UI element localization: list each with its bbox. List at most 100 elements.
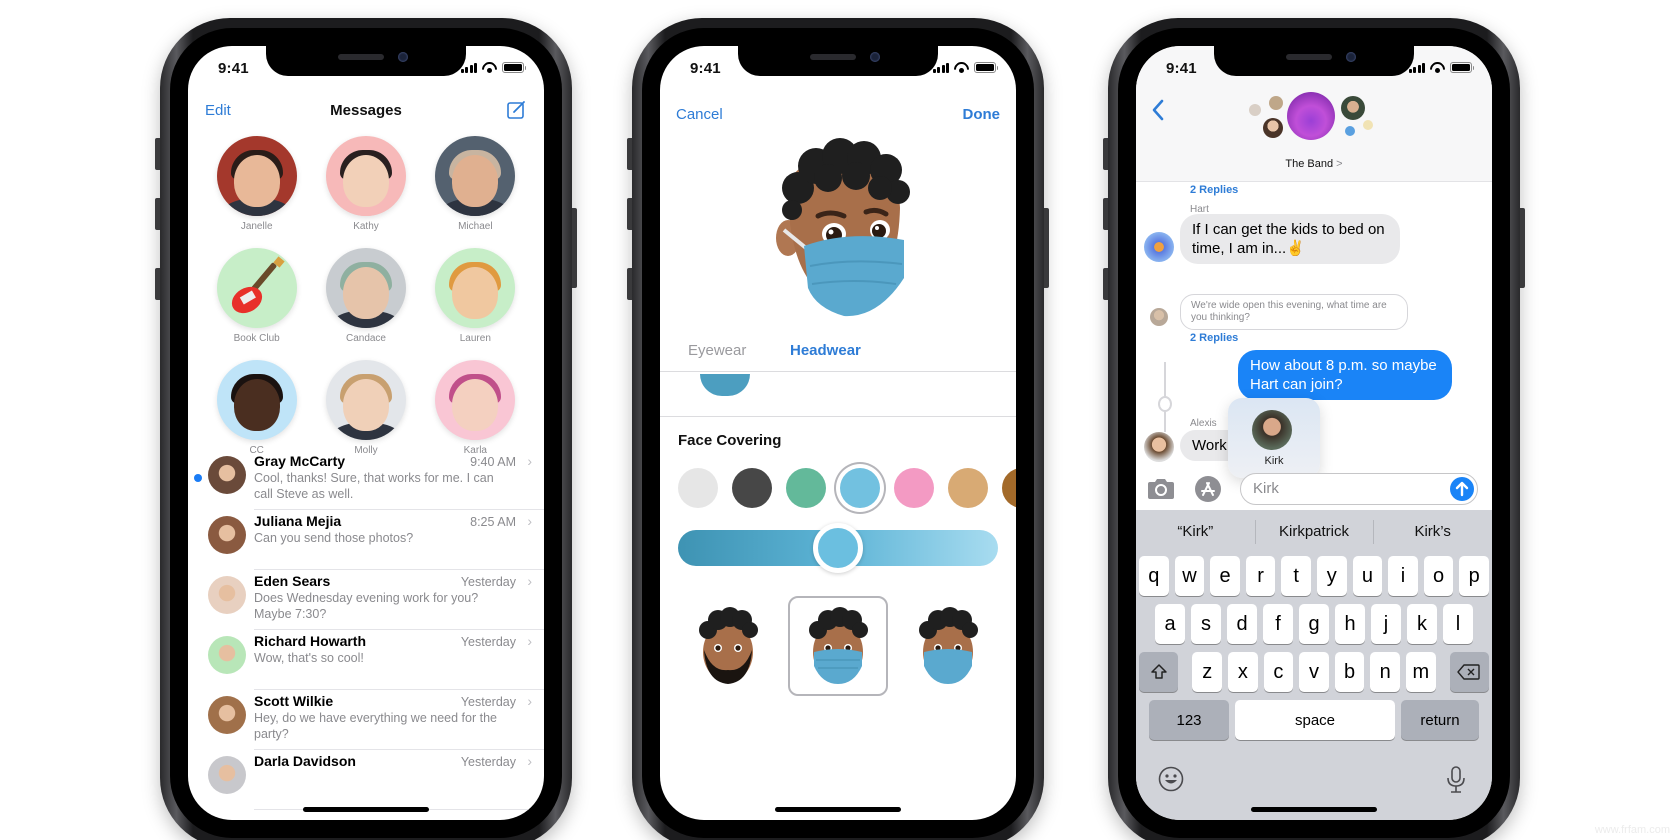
- pinned-contact[interactable]: Karla: [421, 360, 530, 456]
- send-button[interactable]: [1450, 477, 1474, 501]
- key-h[interactable]: h: [1335, 604, 1365, 644]
- done-button[interactable]: Done: [963, 106, 1001, 123]
- conversation-row[interactable]: Gray McCarty 9:40 AM › Cool, thanks! Sure, …: [188, 450, 544, 510]
- conversation-row[interactable]: Darla Davidson Yesterday ›: [188, 750, 544, 810]
- slider-thumb[interactable]: [813, 523, 863, 573]
- key-g[interactable]: g: [1299, 604, 1329, 644]
- key-u[interactable]: u: [1352, 556, 1383, 596]
- pinned-contact[interactable]: Candace: [311, 248, 420, 344]
- pinned-contact[interactable]: Book Club: [202, 248, 311, 344]
- home-indicator[interactable]: [303, 807, 429, 812]
- key-f[interactable]: f: [1263, 604, 1293, 644]
- key-o[interactable]: o: [1423, 556, 1454, 596]
- key-y[interactable]: y: [1317, 556, 1347, 596]
- avatar: [325, 136, 406, 216]
- key-a[interactable]: a: [1155, 604, 1185, 644]
- replies-link[interactable]: 2 Replies: [1190, 332, 1238, 344]
- numbers-key[interactable]: 123: [1149, 700, 1229, 740]
- pinned-contact-name: Book Club: [233, 333, 280, 344]
- conversation-row[interactable]: Richard Howarth Yesterday › Wow, that's so …: [188, 630, 544, 690]
- microphone-icon[interactable]: [1446, 766, 1466, 794]
- pinned-contact[interactable]: Lauren: [421, 248, 530, 344]
- key-x[interactable]: x: [1228, 652, 1258, 692]
- key-k[interactable]: k: [1407, 604, 1437, 644]
- group-avatars[interactable]: [1249, 92, 1379, 156]
- phone-group-chat: The Band > 9:41 2 Replies Hart If I can …: [1103, 18, 1525, 840]
- phone-messages-list: 9:41 Edit Messages Janelle Kathy Michael Bo…: [155, 18, 577, 840]
- shade-slider[interactable]: [678, 523, 998, 573]
- key-t[interactable]: t: [1281, 556, 1311, 596]
- mention-suggestion-popup[interactable]: Kirk: [1228, 398, 1320, 478]
- conversation-content: Scott Wilkie Yesterday › Hey, do we have ev…: [254, 693, 532, 742]
- key-m[interactable]: m: [1405, 652, 1436, 692]
- key-q[interactable]: q: [1139, 556, 1169, 596]
- color-swatch-dark-gray[interactable]: [732, 468, 772, 508]
- key-b[interactable]: b: [1334, 652, 1365, 692]
- pinned-contact[interactable]: Janelle: [202, 136, 311, 232]
- delete-key[interactable]: [1449, 652, 1490, 692]
- home-indicator[interactable]: [775, 807, 901, 812]
- message-text-field[interactable]: [1253, 480, 1413, 497]
- avatar-face: [233, 378, 280, 431]
- key-e[interactable]: e: [1210, 556, 1240, 596]
- home-indicator[interactable]: [1251, 807, 1377, 812]
- back-chevron-icon[interactable]: [1150, 98, 1166, 122]
- battery-icon: [1450, 62, 1474, 73]
- shift-key[interactable]: [1138, 652, 1179, 692]
- member-avatar: [1345, 126, 1355, 136]
- message-input[interactable]: [1240, 473, 1478, 505]
- pinned-contact[interactable]: Molly: [311, 360, 420, 456]
- app-store-icon[interactable]: [1194, 475, 1224, 503]
- conversation-row[interactable]: Scott Wilkie Yesterday › Hey, do we have ev…: [188, 690, 544, 750]
- key-c[interactable]: c: [1263, 652, 1294, 692]
- return-key[interactable]: return: [1401, 700, 1479, 740]
- tab-eyewear[interactable]: Eyewear: [688, 342, 746, 359]
- suggestion[interactable]: Kirkpatrick: [1254, 510, 1374, 554]
- color-swatch-light-gray[interactable]: [678, 468, 718, 508]
- key-r[interactable]: r: [1245, 556, 1276, 596]
- color-swatch-blue[interactable]: [840, 468, 880, 508]
- key-w[interactable]: w: [1174, 556, 1205, 596]
- key-i[interactable]: i: [1388, 556, 1418, 596]
- key-n[interactable]: n: [1370, 652, 1400, 692]
- color-swatch-brown[interactable]: [1002, 468, 1016, 508]
- emoji-icon[interactable]: [1158, 766, 1184, 792]
- space-key[interactable]: space: [1235, 700, 1395, 740]
- chevron-right-icon: >: [1336, 158, 1343, 170]
- pinned-contact[interactable]: CC: [202, 360, 311, 456]
- compose-icon[interactable]: [506, 100, 526, 120]
- color-swatch-pink[interactable]: [894, 468, 934, 508]
- key-p[interactable]: p: [1459, 556, 1489, 596]
- conversation-row[interactable]: Juliana Mejia 8:25 AM › Can you send those …: [188, 510, 544, 570]
- keyboard-row-4: 123 space return: [1139, 700, 1489, 740]
- key-z[interactable]: z: [1192, 652, 1223, 692]
- pinned-contact[interactable]: Michael: [421, 136, 530, 232]
- avatar: [208, 636, 246, 674]
- key-j[interactable]: j: [1371, 604, 1401, 644]
- key-v[interactable]: v: [1299, 652, 1329, 692]
- replies-link[interactable]: 2 Replies: [1190, 184, 1238, 196]
- suggestion[interactable]: Kirk’s: [1373, 510, 1492, 554]
- avatar: [325, 248, 406, 328]
- color-swatch-tan[interactable]: [948, 468, 988, 508]
- key-s[interactable]: s: [1191, 604, 1221, 644]
- previous-option-peek: [700, 374, 750, 396]
- key-l[interactable]: l: [1443, 604, 1473, 644]
- suggestion[interactable]: “Kirk”: [1136, 510, 1255, 554]
- member-avatar: [1341, 96, 1365, 120]
- pinned-contact[interactable]: Kathy: [311, 136, 420, 232]
- avatar: [216, 360, 297, 440]
- option-pleated-mask[interactable]: [788, 596, 888, 696]
- conversation-row[interactable]: Eden Sears Yesterday › Does Wednesday eveni…: [188, 570, 544, 630]
- option-fitted-mask[interactable]: [898, 596, 998, 696]
- camera-icon[interactable]: [1146, 478, 1176, 500]
- option-beard-no-covering[interactable]: [678, 596, 778, 696]
- avatar: [435, 248, 516, 328]
- thread-quote-bubble[interactable]: We're wide open this evening, what time …: [1180, 294, 1408, 330]
- cancel-button[interactable]: Cancel: [676, 106, 723, 123]
- avatar-face: [342, 378, 389, 431]
- group-name[interactable]: The Band >: [1136, 158, 1492, 170]
- tab-headwear[interactable]: Headwear: [790, 342, 861, 359]
- color-swatch-green[interactable]: [786, 468, 826, 508]
- key-d[interactable]: d: [1227, 604, 1257, 644]
